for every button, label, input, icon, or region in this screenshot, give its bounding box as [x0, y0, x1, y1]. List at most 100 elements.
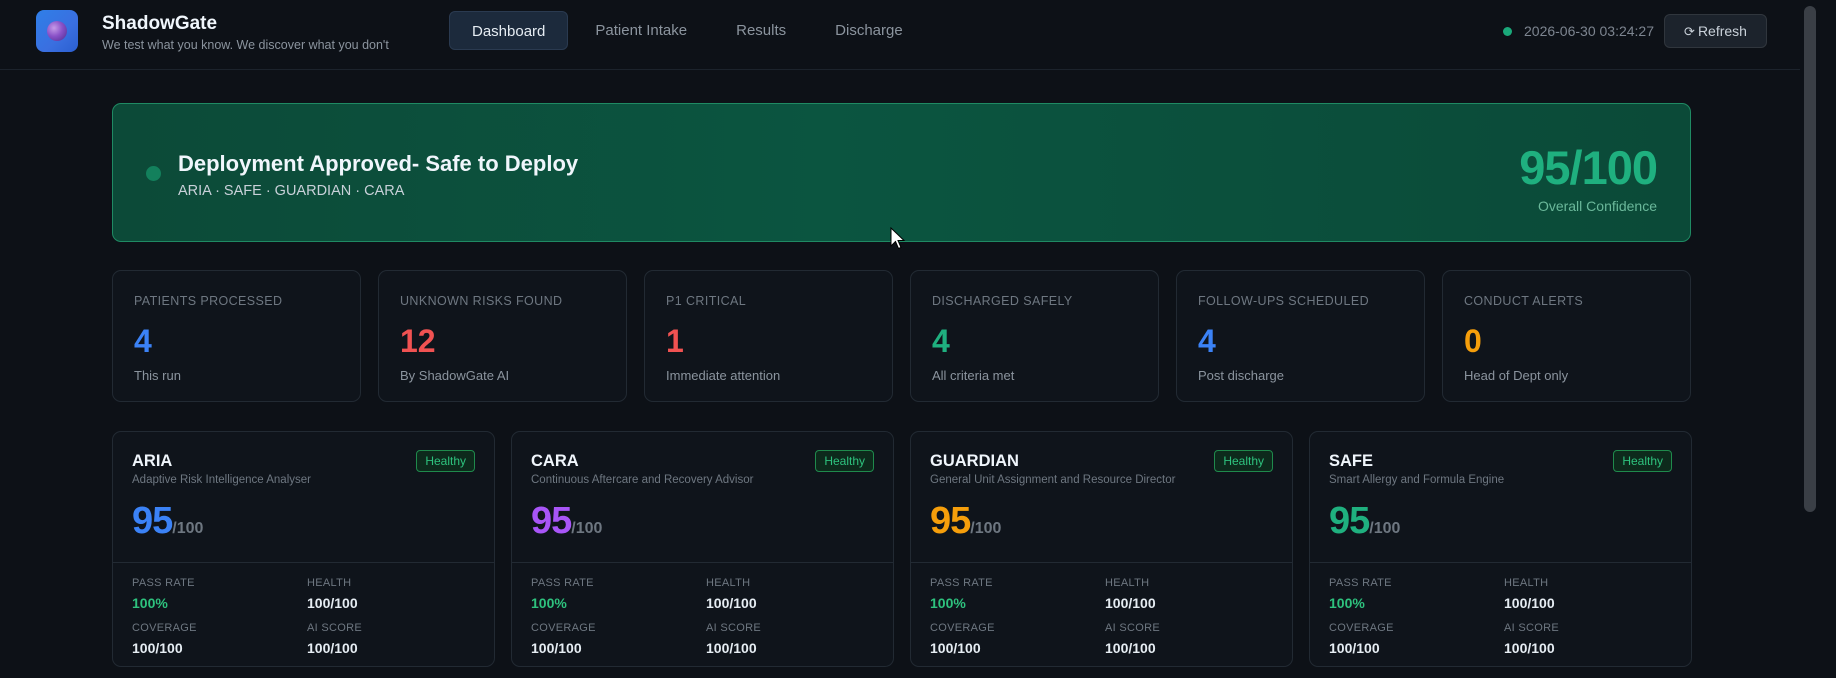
agent-description: Smart Allergy and Formula Engine: [1329, 474, 1505, 486]
ai-score-value: 100/100: [307, 640, 358, 656]
stat-subtext: All criteria met: [932, 368, 1015, 383]
stat-card-discharged-safely: DISCHARGED SAFELY 4 All criteria met: [910, 270, 1159, 402]
agent-description: Adaptive Risk Intelligence Analyser: [132, 474, 311, 486]
overall-confidence-score: 95/100: [1519, 141, 1658, 194]
ai-score-label: AI SCORE: [307, 622, 362, 634]
stat-value: 1: [666, 323, 684, 359]
refresh-icon: ⟳: [1684, 24, 1695, 39]
status-badge: Healthy: [416, 450, 475, 472]
coverage-label: COVERAGE: [1329, 622, 1394, 634]
banner-title: Deployment Approved- Safe to Deploy: [178, 151, 579, 176]
status-badge: Healthy: [1613, 450, 1672, 472]
coverage-label: COVERAGE: [930, 622, 995, 634]
stat-card-p1-critical: P1 CRITICAL 1 Immediate attention: [644, 270, 893, 402]
agent-card-cara[interactable]: CARA Continuous Aftercare and Recovery A…: [511, 431, 894, 667]
health-label: HEALTH: [1504, 577, 1549, 589]
stat-label: DISCHARGED SAFELY: [932, 294, 1073, 308]
banner-agents-list: ARIA · SAFE · GUARDIAN · CARA: [178, 183, 405, 199]
agent-card-aria[interactable]: ARIA Adaptive Risk Intelligence Analyser…: [112, 431, 495, 667]
agent-score-max: /100: [172, 520, 204, 537]
health-label: HEALTH: [307, 577, 352, 589]
health-value: 100/100: [1504, 595, 1555, 611]
pass-rate-value: 100%: [531, 595, 567, 611]
stat-card-unknown-risks: UNKNOWN RISKS FOUND 12 By ShadowGate AI: [378, 270, 627, 402]
health-value: 100/100: [1105, 595, 1156, 611]
agent-score-value: 95: [930, 500, 971, 542]
coverage-value: 100/100: [930, 640, 981, 656]
health-label: HEALTH: [706, 577, 751, 589]
brand-name: ShadowGate: [102, 13, 218, 34]
coverage-label: COVERAGE: [531, 622, 596, 634]
agent-description: General Unit Assignment and Resource Dir…: [930, 474, 1176, 486]
stat-value: 12: [400, 323, 436, 359]
shadowgate-logo-icon[interactable]: [36, 10, 78, 52]
orb-icon: [47, 21, 67, 41]
stat-label: PATIENTS PROCESSED: [134, 294, 283, 308]
agent-name: ARIA: [132, 452, 173, 470]
pass-rate-value: 100%: [1329, 595, 1365, 611]
pass-rate-label: PASS RATE: [132, 577, 195, 589]
agent-card-safe[interactable]: SAFE Smart Allergy and Formula Engine He…: [1309, 431, 1692, 667]
refresh-label: Refresh: [1697, 23, 1747, 39]
mouse-cursor-icon: [890, 227, 906, 250]
agent-score: 95/100: [1329, 500, 1400, 543]
scrollbar-thumb[interactable]: [1804, 6, 1816, 512]
overall-confidence-label: Overall Confidence: [1537, 198, 1657, 214]
status-badge: Healthy: [1214, 450, 1273, 472]
stat-value: 0: [1464, 323, 1482, 359]
agent-score-value: 95: [132, 500, 173, 542]
status-badge: Healthy: [815, 450, 874, 472]
agent-score-value: 95: [1329, 500, 1370, 542]
agent-name: GUARDIAN: [930, 452, 1019, 470]
pass-rate-label: PASS RATE: [531, 577, 594, 589]
stat-label: CONDUCT ALERTS: [1464, 294, 1584, 308]
ai-score-label: AI SCORE: [1105, 622, 1160, 634]
agent-score: 95/100: [930, 500, 1001, 543]
tab-results[interactable]: Results: [714, 11, 808, 50]
pass-rate-value: 100%: [930, 595, 966, 611]
live-status-dot-icon: [1503, 27, 1512, 36]
ai-score-label: AI SCORE: [1504, 622, 1559, 634]
ai-score-value: 100/100: [706, 640, 757, 656]
main-nav: Dashboard Patient Intake Results Dischar…: [449, 11, 930, 50]
divider: [911, 562, 1292, 563]
brand-tagline: We test what you know. We discover what …: [102, 38, 389, 52]
pass-rate-label: PASS RATE: [1329, 577, 1392, 589]
stat-subtext: Post discharge: [1198, 368, 1284, 383]
agent-score-max: /100: [970, 520, 1002, 537]
ai-score-label: AI SCORE: [706, 622, 761, 634]
last-updated-timestamp: 2026-06-30 03:24:27: [1524, 23, 1654, 39]
stat-card-patients-processed: PATIENTS PROCESSED 4 This run: [112, 270, 361, 402]
pass-rate-label: PASS RATE: [930, 577, 993, 589]
ai-score-value: 100/100: [1105, 640, 1156, 656]
stat-label: UNKNOWN RISKS FOUND: [400, 294, 563, 308]
health-value: 100/100: [706, 595, 757, 611]
agent-card-guardian[interactable]: GUARDIAN General Unit Assignment and Res…: [910, 431, 1293, 667]
coverage-value: 100/100: [1329, 640, 1380, 656]
health-value: 100/100: [307, 595, 358, 611]
app-window: ShadowGate We test what you know. We dis…: [0, 0, 1836, 678]
stat-subtext: This run: [134, 368, 181, 383]
ai-score-value: 100/100: [1504, 640, 1555, 656]
tab-patient-intake[interactable]: Patient Intake: [573, 11, 709, 50]
deployment-status-banner: Deployment Approved- Safe to Deploy ARIA…: [112, 103, 1691, 242]
stat-subtext: By ShadowGate AI: [400, 368, 510, 383]
stat-value: 4: [932, 323, 950, 359]
stat-label: FOLLOW-UPS SCHEDULED: [1198, 294, 1369, 308]
agent-score-value: 95: [531, 500, 572, 542]
agent-score-max: /100: [571, 520, 603, 537]
top-header: ShadowGate We test what you know. We dis…: [0, 0, 1800, 70]
agent-score-max: /100: [1369, 520, 1401, 537]
stat-label: P1 CRITICAL: [666, 294, 747, 308]
coverage-label: COVERAGE: [132, 622, 197, 634]
stat-value: 4: [134, 323, 152, 359]
stat-subtext: Immediate attention: [666, 368, 781, 383]
stat-value: 4: [1198, 323, 1216, 359]
coverage-value: 100/100: [531, 640, 582, 656]
divider: [113, 562, 494, 563]
status-indicator-icon: [146, 166, 161, 181]
tab-dashboard[interactable]: Dashboard: [449, 11, 569, 50]
refresh-button[interactable]: ⟳ Refresh: [1664, 14, 1767, 48]
tab-discharge[interactable]: Discharge: [813, 11, 925, 50]
coverage-value: 100/100: [132, 640, 183, 656]
